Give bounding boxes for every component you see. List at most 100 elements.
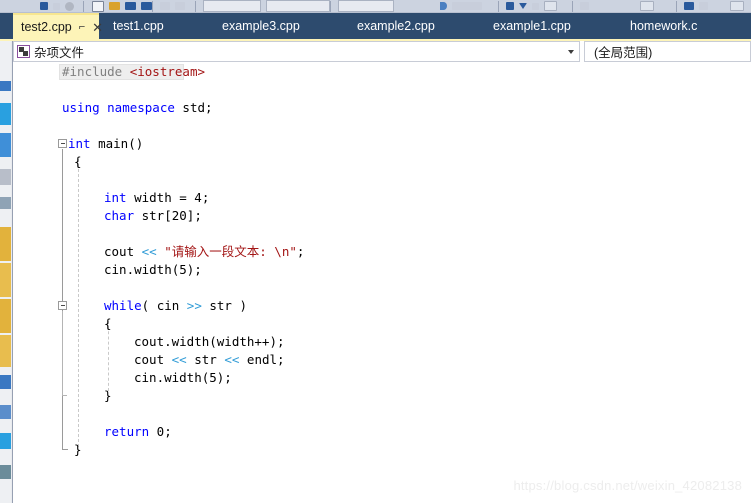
main-toolbar[interactable] [0, 0, 751, 13]
tab-test2-cpp[interactable]: test2.cpp ⌐ ✕ [13, 13, 103, 39]
toolbar-group-run[interactable] [440, 0, 482, 12]
tab-example1-cpp[interactable]: example1.cpp [485, 13, 579, 39]
error-list-tab[interactable] [0, 263, 11, 297]
pin-tab-icon[interactable]: ⌐ [79, 21, 85, 33]
collapse-while-icon[interactable] [58, 301, 67, 310]
start-debug-label[interactable] [452, 2, 482, 10]
output-tab[interactable] [0, 227, 11, 261]
tab-example2-cpp[interactable]: example2.cpp [349, 13, 443, 39]
divider [83, 0, 84, 12]
save-all-icon[interactable] [141, 2, 152, 10]
comment-icon[interactable] [580, 2, 589, 10]
toolbox-tab[interactable] [0, 103, 11, 125]
save-icon[interactable] [125, 2, 136, 10]
notifications-tab[interactable] [0, 405, 11, 419]
flag-icon[interactable] [684, 2, 694, 10]
bookmarks-tab[interactable] [0, 433, 11, 449]
code-line-17: cout << str << endl; [134, 352, 285, 367]
toolbar-group-right[interactable] [684, 0, 708, 12]
outline-bar-main [62, 149, 63, 449]
solution-config-dropdown[interactable] [203, 0, 261, 12]
divider [195, 0, 196, 12]
toolbar-separator-6 [572, 0, 573, 12]
divider [498, 0, 499, 12]
code-line-19: } [104, 388, 112, 403]
collapse-main-icon[interactable] [58, 139, 67, 148]
code-line-15: { [104, 316, 112, 331]
new-file-icon[interactable] [92, 0, 104, 12]
toolbar-separator-3 [195, 0, 196, 12]
toolbar-group-misc[interactable] [580, 0, 589, 12]
back-arrow-icon[interactable] [40, 2, 48, 10]
code-line-9: char str[20]; [104, 208, 202, 223]
hammer-icon[interactable] [506, 2, 514, 10]
code-line-14: while( cin >> str ) [104, 298, 248, 313]
toolbar-group-file[interactable] [92, 0, 152, 12]
project-selector-dropdown[interactable]: 杂项文件 [13, 41, 580, 62]
solution-platform-dropdown[interactable] [266, 0, 330, 12]
find-results-tab[interactable] [0, 299, 11, 333]
toolbar-group-tools[interactable] [506, 0, 557, 12]
settings-dots-icon[interactable] [532, 2, 539, 10]
code-line-5: int main() [68, 136, 144, 151]
class-view-tab[interactable] [0, 197, 11, 209]
extensions-icon[interactable] [730, 1, 744, 11]
toolbar-separator-1 [83, 0, 84, 12]
code-line-8: int width = 4; [104, 190, 210, 205]
code-line-21: return 0; [104, 424, 172, 439]
server-explorer-tab[interactable] [0, 81, 11, 91]
toolbar-group-config[interactable] [203, 0, 330, 12]
tab-label: test1.cpp [113, 19, 164, 33]
tab-label: example1.cpp [493, 19, 571, 33]
tab-test1-cpp[interactable]: test1.cpp [105, 13, 172, 39]
start-debug-icon[interactable] [440, 2, 447, 10]
open-folder-icon[interactable] [109, 2, 120, 10]
code-line-11: cout << "请输入一段文本: \n"; [104, 244, 305, 259]
call-stack-tab[interactable] [0, 465, 11, 479]
toolbar-group-far-right[interactable] [730, 0, 744, 12]
code-line-6: { [74, 154, 82, 169]
code-line-18: cin.width(5); [134, 370, 232, 385]
divider [152, 0, 153, 12]
code-line-22: } [74, 442, 82, 457]
navigation-bar[interactable]: 杂项文件 (全局范围) [13, 41, 751, 62]
project-selector-label: 杂项文件 [34, 46, 85, 60]
redo-icon[interactable] [175, 2, 185, 10]
properties-tab[interactable] [0, 169, 11, 185]
close-tab-icon[interactable]: ✕ [92, 21, 103, 34]
toolbar-group-view[interactable] [640, 0, 654, 12]
divider [572, 0, 573, 12]
auto-hide-tool-strip[interactable] [0, 41, 13, 503]
team-explorer-tab[interactable] [0, 375, 11, 389]
undo-icon[interactable] [160, 2, 170, 10]
task-list-tab[interactable] [0, 335, 11, 367]
startup-project-dropdown[interactable] [338, 0, 394, 12]
toolbar-group-edit[interactable] [160, 0, 185, 12]
code-line-12: cin.width(5); [104, 262, 202, 277]
tab-label: test2.cpp [21, 20, 72, 34]
refresh-icon[interactable] [65, 1, 74, 11]
misc-files-icon [17, 45, 30, 58]
scope-selector-dropdown[interactable]: (全局范围) [584, 41, 751, 62]
code-content[interactable]: #include <iostream> using namespace std;… [14, 63, 304, 457]
chevron-down-icon[interactable] [568, 49, 574, 54]
toolbar-separator-7 [676, 0, 677, 12]
tab-label: example2.cpp [357, 19, 435, 33]
code-line-3: using namespace std; [62, 100, 213, 115]
indent-guide-1 [78, 159, 79, 447]
toolbox-icon[interactable] [640, 1, 654, 11]
code-line-16: cout.width(width++); [134, 334, 285, 349]
overflow-icon[interactable] [699, 2, 708, 10]
csdn-watermark: https://blog.csdn.net/weixin_42082138 [513, 478, 742, 493]
tab-example3-cpp[interactable]: example3.cpp [214, 13, 308, 39]
toolbar-separator-2 [152, 0, 153, 12]
window-layout-icon[interactable] [544, 1, 557, 11]
editor-tab-bar[interactable]: test2.cpp ⌐ ✕ test1.cpp example3.cpp exa… [0, 13, 751, 39]
code-editor[interactable]: #include <iostream> using namespace std;… [14, 63, 751, 503]
solution-explorer-tab[interactable] [0, 133, 11, 157]
tab-homework-c[interactable]: homework.c [622, 13, 705, 39]
chevron-down-icon[interactable] [519, 3, 527, 9]
forward-arrow-icon[interactable] [53, 2, 60, 10]
toolbar-group-debug[interactable] [338, 0, 394, 12]
toolbar-group-navigation[interactable] [40, 0, 74, 12]
